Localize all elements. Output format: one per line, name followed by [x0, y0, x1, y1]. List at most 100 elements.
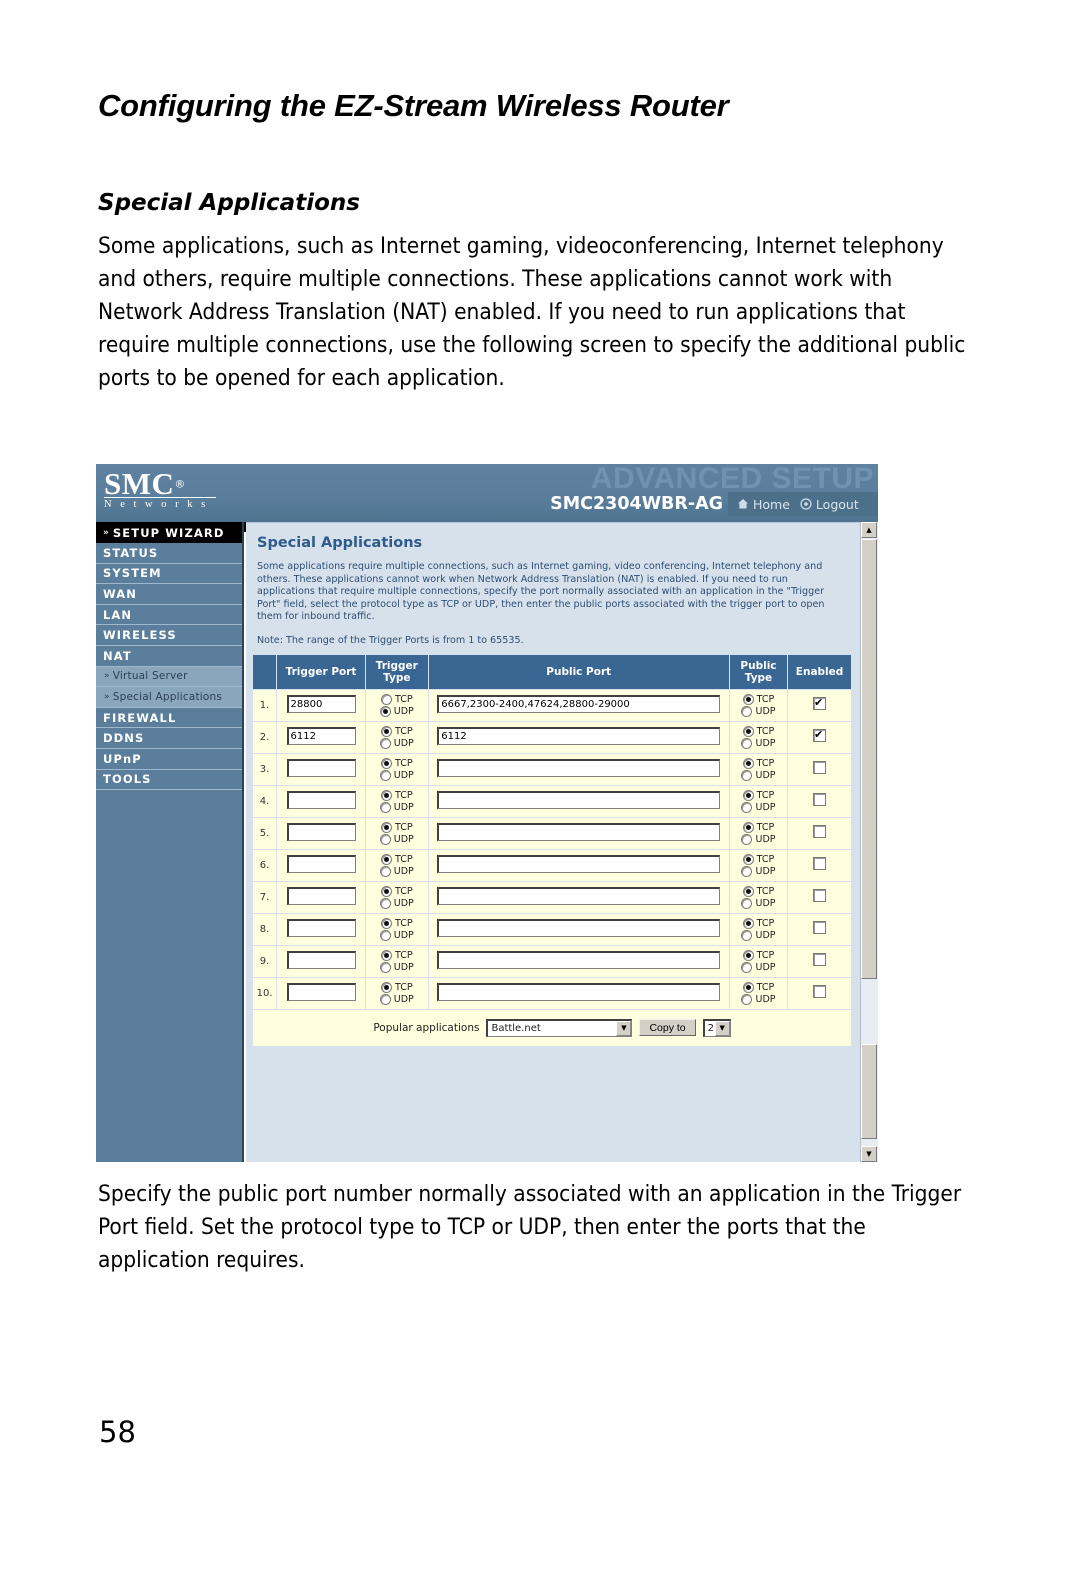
radio-icon[interactable]	[380, 789, 392, 801]
trigger-port-input[interactable]	[286, 758, 356, 777]
public-protocol-tcp-option[interactable]: TCP	[742, 853, 774, 865]
trigger-protocol-udp-option[interactable]: UDP	[379, 801, 414, 813]
trigger-protocol-udp-option[interactable]: UDP	[379, 769, 414, 781]
trigger-protocol-udp-option[interactable]: UDP	[379, 929, 414, 941]
enabled-checkbox[interactable]	[813, 793, 827, 807]
trigger-port-input[interactable]	[286, 854, 356, 873]
radio-icon[interactable]	[379, 737, 391, 749]
public-protocol-udp-option[interactable]: UDP	[741, 929, 775, 941]
enabled-checkbox[interactable]	[813, 761, 827, 775]
radio-icon[interactable]	[742, 693, 754, 705]
trigger-port-input[interactable]	[286, 950, 356, 969]
radio-icon[interactable]	[741, 737, 753, 749]
public-port-input[interactable]	[437, 950, 721, 969]
trigger-protocol-udp-option[interactable]: UDP	[379, 833, 414, 845]
radio-icon[interactable]	[741, 897, 753, 909]
sidebar-item-wan[interactable]: WAN	[96, 584, 242, 605]
radio-icon[interactable]	[741, 705, 753, 717]
enabled-checkbox[interactable]	[813, 921, 827, 935]
radio-icon[interactable]	[742, 821, 754, 833]
sidebar-item-setup-wizard[interactable]: » SETUP WIZARD	[96, 522, 242, 543]
enabled-checkbox[interactable]	[813, 728, 827, 743]
radio-icon[interactable]	[380, 981, 392, 993]
trigger-protocol-udp-option[interactable]: UDP	[379, 865, 414, 877]
copy-target-select[interactable]: 2 ▼	[702, 1018, 731, 1037]
radio-icon[interactable]	[380, 757, 392, 769]
trigger-protocol-tcp-option[interactable]: TCP	[380, 693, 413, 705]
public-protocol-udp-option[interactable]: UDP	[741, 865, 775, 877]
sidebar-item-nat[interactable]: NAT	[96, 645, 242, 667]
trigger-protocol-udp-option[interactable]: UDP	[379, 993, 414, 1005]
public-protocol-udp-option[interactable]: UDP	[741, 833, 775, 845]
sidebar-item-lan[interactable]: LAN	[96, 604, 242, 626]
trigger-protocol-tcp-option[interactable]: TCP	[380, 821, 413, 833]
public-protocol-tcp-option[interactable]: TCP	[742, 789, 774, 801]
trigger-protocol-tcp-option[interactable]: TCP	[380, 949, 413, 961]
enabled-checkbox[interactable]	[813, 985, 827, 999]
public-protocol-tcp-option[interactable]: TCP	[742, 725, 774, 737]
radio-icon[interactable]	[742, 917, 754, 929]
public-port-input[interactable]	[437, 918, 721, 937]
sidebar-item-ddns[interactable]: DDNS	[96, 728, 242, 749]
public-port-input[interactable]: 6112	[437, 726, 721, 745]
enabled-checkbox[interactable]	[813, 889, 827, 903]
radio-icon[interactable]	[741, 993, 753, 1005]
radio-icon[interactable]	[742, 789, 754, 801]
trigger-protocol-udp-option[interactable]: UDP	[379, 705, 414, 717]
scroll-up-button[interactable]: ▲	[861, 522, 877, 538]
scrollbar-thumb[interactable]	[861, 539, 877, 979]
public-protocol-tcp-option[interactable]: TCP	[742, 757, 774, 769]
sidebar-item-tools[interactable]: TOOLS	[96, 769, 242, 791]
trigger-protocol-tcp-option[interactable]: TCP	[380, 725, 413, 737]
radio-icon[interactable]	[741, 929, 753, 941]
trigger-port-input[interactable]	[286, 790, 356, 809]
trigger-protocol-udp-option[interactable]: UDP	[379, 737, 414, 749]
radio-icon[interactable]	[380, 949, 392, 961]
radio-icon[interactable]	[380, 693, 392, 705]
public-protocol-tcp-option[interactable]: TCP	[742, 981, 774, 993]
trigger-port-input[interactable]	[286, 982, 356, 1001]
sidebar-item-system[interactable]: SYSTEM	[96, 563, 242, 585]
radio-icon[interactable]	[379, 705, 391, 717]
public-port-input[interactable]	[437, 982, 721, 1001]
trigger-port-input[interactable]	[286, 918, 356, 937]
enabled-checkbox[interactable]	[813, 953, 827, 967]
public-protocol-udp-option[interactable]: UDP	[741, 769, 775, 781]
sidebar-item-wireless[interactable]: WIRELESS	[96, 625, 242, 646]
logout-button[interactable]: Logout	[800, 497, 859, 512]
public-protocol-udp-option[interactable]: UDP	[741, 705, 775, 717]
radio-icon[interactable]	[380, 917, 392, 929]
trigger-protocol-tcp-option[interactable]: TCP	[380, 789, 413, 801]
public-protocol-udp-option[interactable]: UDP	[741, 737, 775, 749]
radio-icon[interactable]	[379, 993, 391, 1005]
radio-icon[interactable]	[380, 885, 392, 897]
trigger-port-input[interactable]	[286, 822, 356, 841]
sidebar-item-special-applications[interactable]: » Special Applications	[96, 687, 242, 708]
public-port-input[interactable]	[437, 822, 721, 841]
trigger-protocol-tcp-option[interactable]: TCP	[380, 853, 413, 865]
public-port-input[interactable]	[437, 886, 721, 905]
enabled-checkbox[interactable]	[813, 857, 827, 871]
public-port-input[interactable]: 6667,2300-2400,47624,28800-29000	[437, 694, 721, 713]
popular-applications-select[interactable]: Battle.net ▼	[486, 1018, 633, 1037]
public-protocol-tcp-option[interactable]: TCP	[742, 693, 774, 705]
radio-icon[interactable]	[742, 853, 754, 865]
sidebar-item-status[interactable]: STATUS	[96, 543, 242, 564]
public-protocol-udp-option[interactable]: UDP	[741, 801, 775, 813]
public-protocol-tcp-option[interactable]: TCP	[742, 917, 774, 929]
radio-icon[interactable]	[742, 725, 754, 737]
sidebar-item-firewall[interactable]: FIREWALL	[96, 707, 242, 729]
trigger-protocol-tcp-option[interactable]: TCP	[380, 917, 413, 929]
trigger-protocol-udp-option[interactable]: UDP	[379, 961, 414, 973]
radio-icon[interactable]	[380, 853, 392, 865]
public-port-input[interactable]	[437, 854, 721, 873]
enabled-checkbox[interactable]	[813, 696, 827, 711]
home-button[interactable]: Home	[737, 497, 790, 512]
trigger-protocol-tcp-option[interactable]: TCP	[380, 981, 413, 993]
copy-to-button[interactable]: Copy to	[639, 1019, 696, 1037]
radio-icon[interactable]	[741, 833, 753, 845]
radio-icon[interactable]	[380, 725, 392, 737]
radio-icon[interactable]	[379, 929, 391, 941]
trigger-port-input[interactable]: 28800	[286, 694, 356, 713]
trigger-protocol-udp-option[interactable]: UDP	[379, 897, 414, 909]
